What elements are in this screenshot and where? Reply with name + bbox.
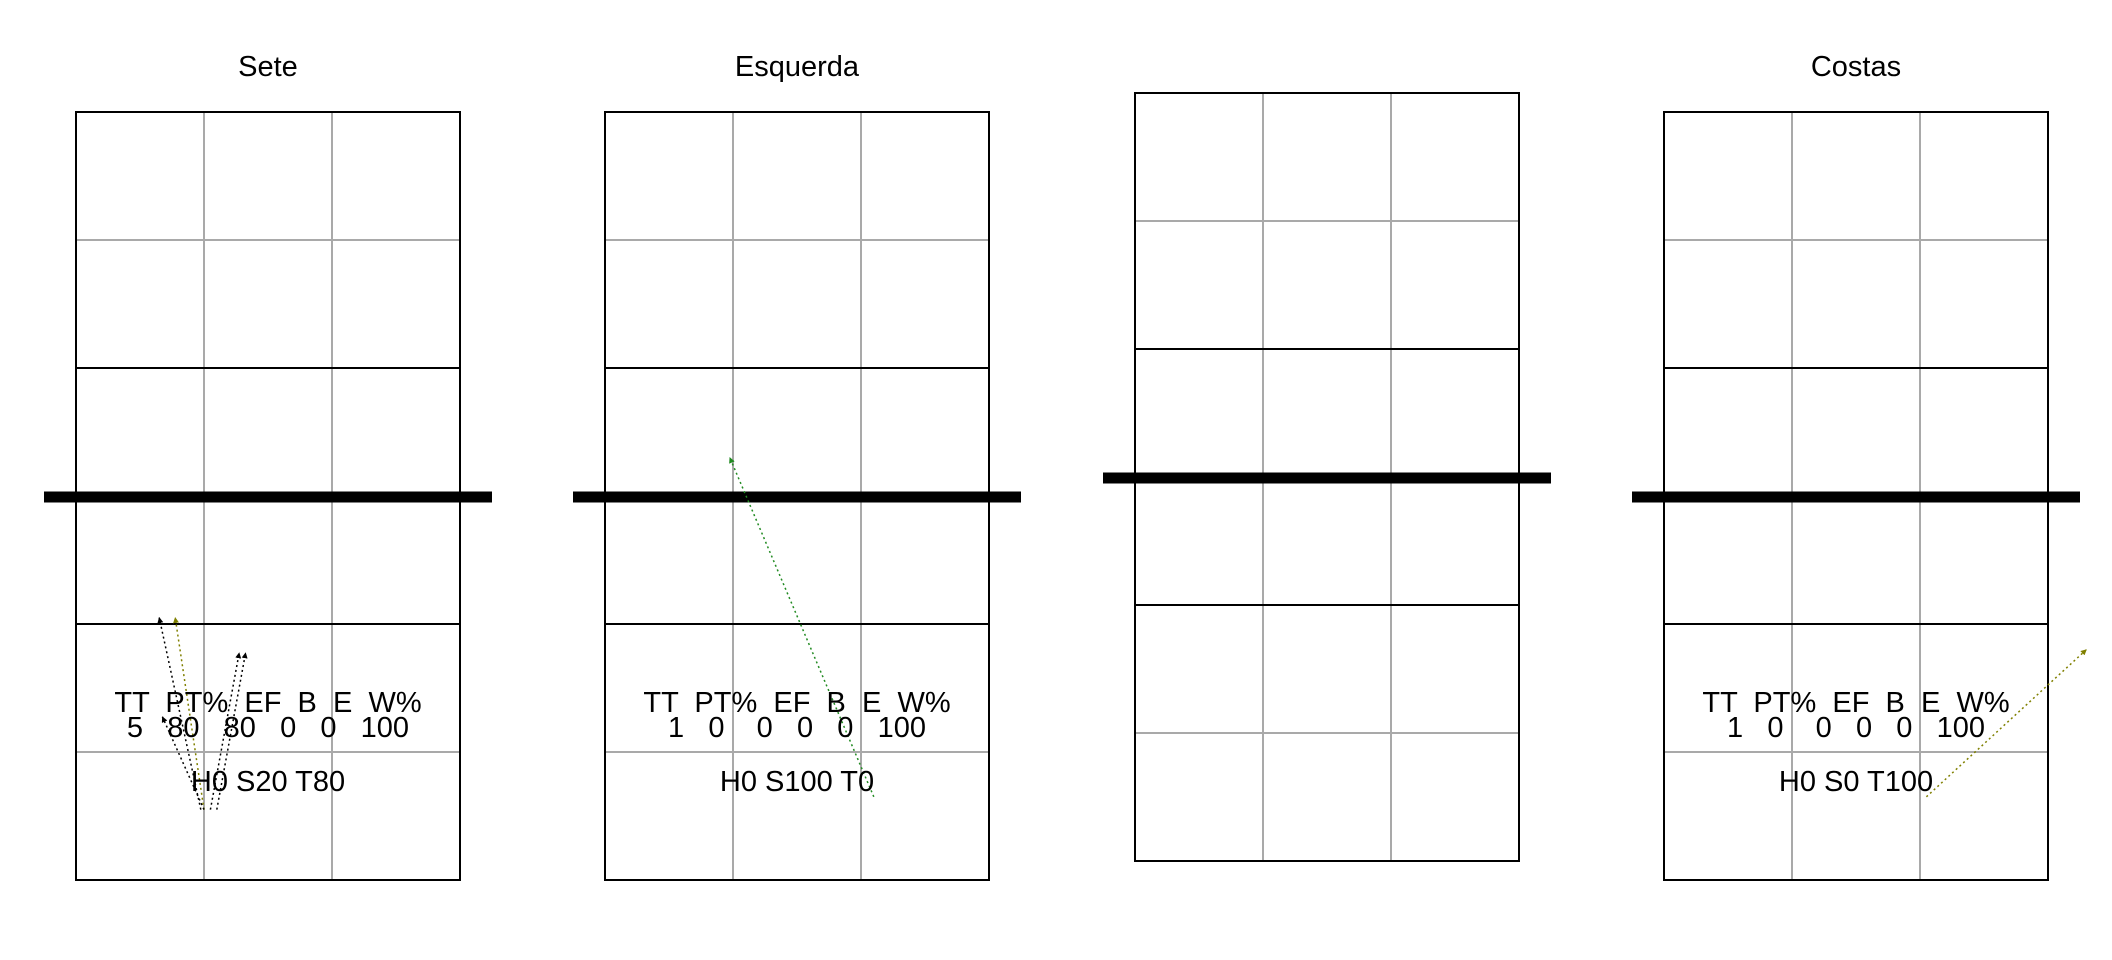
court-panel-2: EsquerdaTT PT% EF B E W%1 0 0 0 0 100H0 …	[573, 51, 1021, 881]
stats-values: 1 0 0 0 0 100	[1727, 712, 1985, 744]
panel-title: Costas	[1811, 51, 1901, 83]
court-panel-1: SeteTT PT% EF B E W%5 80 80 0 0 100H0 S2…	[44, 51, 492, 881]
court-panel-3	[1103, 92, 1551, 862]
stats-values: 5 80 80 0 0 100	[127, 712, 409, 744]
panel-title: Sete	[238, 51, 298, 83]
court-charts-figure: SeteTT PT% EF B E W%5 80 80 0 0 100H0 S2…	[44, 51, 2087, 881]
distribution-label: H0 S100 T0	[720, 766, 874, 798]
court-panel-4: CostasTT PT% EF B E W%1 0 0 0 0 100H0 S0…	[1632, 51, 2087, 881]
stats-values: 1 0 0 0 0 100	[668, 712, 926, 744]
panel-title: Esquerda	[735, 51, 860, 83]
distribution-label: H0 S20 T80	[191, 766, 345, 798]
attack-arrow	[729, 457, 875, 798]
distribution-label: H0 S0 T100	[1779, 766, 1933, 798]
